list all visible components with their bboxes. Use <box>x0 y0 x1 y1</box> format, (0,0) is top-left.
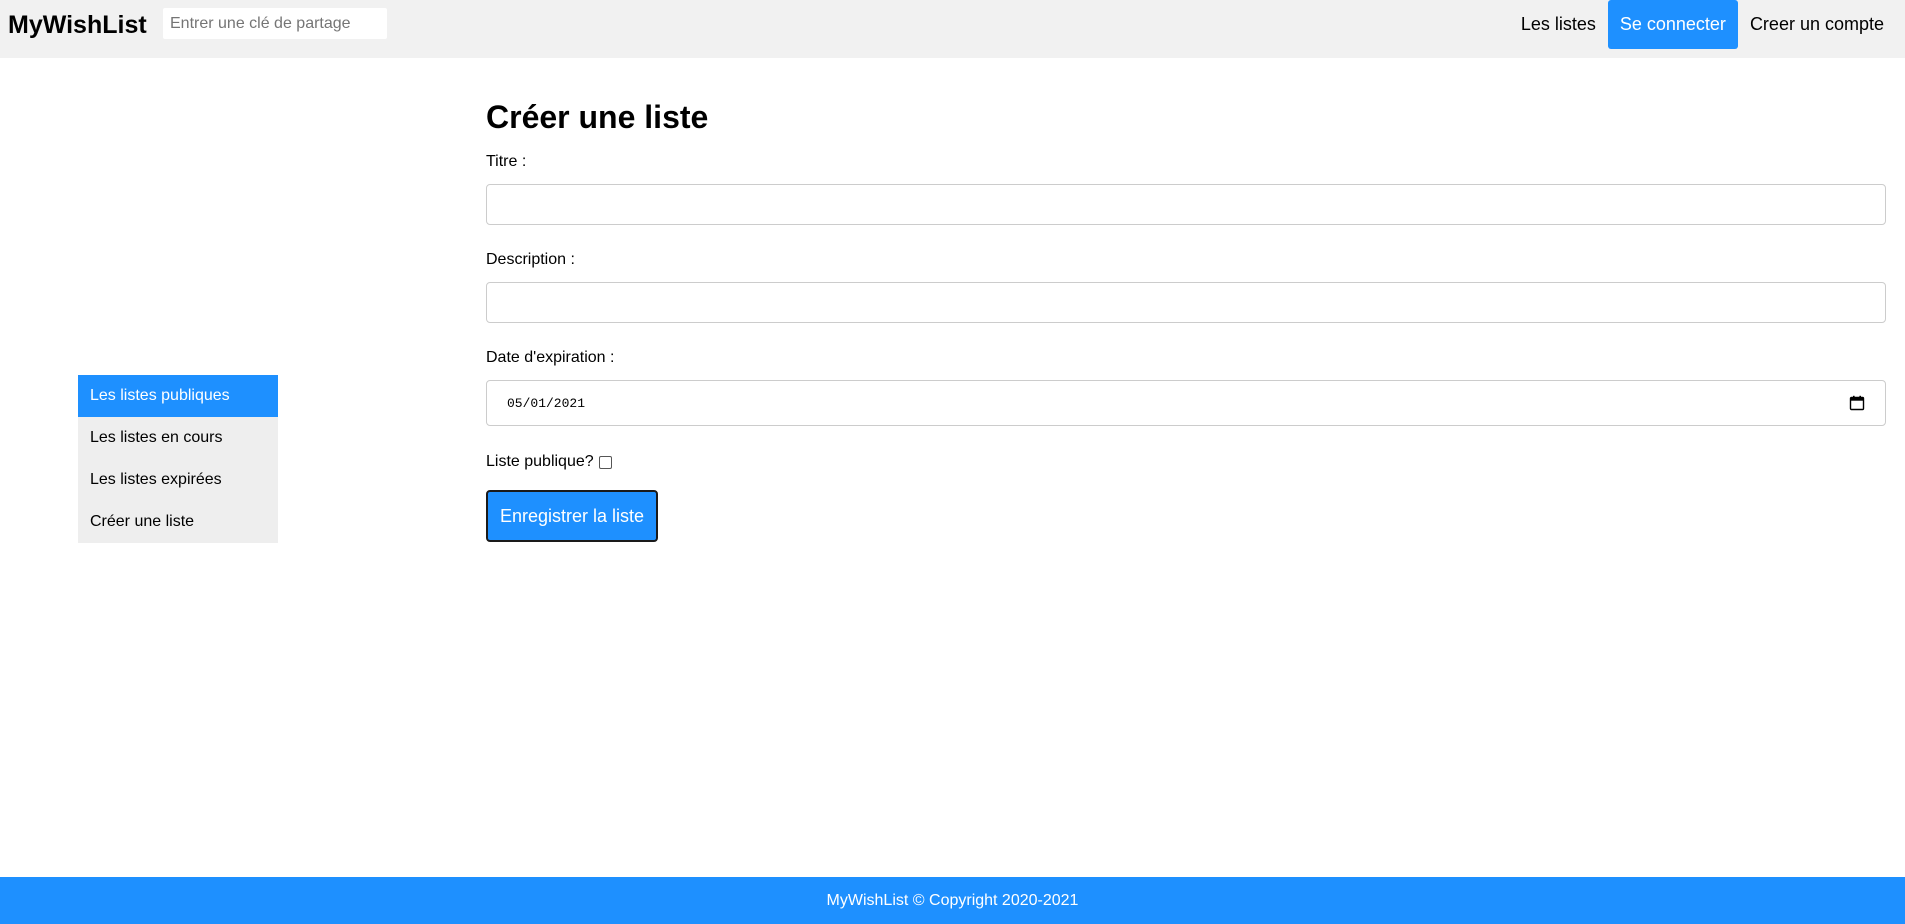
page-title: Créer une liste <box>486 99 709 135</box>
public-label: Liste publique? <box>486 453 594 470</box>
page: MyWishList Les listes Se connecter Creer… <box>0 0 1905 924</box>
nav-link-register[interactable]: Creer un compte <box>1738 0 1905 49</box>
sidebar-item-public-lists[interactable]: Les listes publiques <box>78 375 278 417</box>
sidebar-menu: Les listes publiques Les listes en cours… <box>78 375 278 543</box>
expiration-date-input[interactable]: 05/01/2021 <box>486 380 1886 426</box>
sidebar-item-create-list[interactable]: Créer une liste <box>78 501 278 543</box>
description-label: Description : <box>486 251 575 268</box>
calendar-icon[interactable] <box>1849 395 1865 411</box>
sidebar-item-expired-lists[interactable]: Les listes expirées <box>78 459 278 501</box>
footer: MyWishList © Copyright 2020-2021 <box>0 877 1905 924</box>
nav-login-button[interactable]: Se connecter <box>1607 0 1738 49</box>
expiration-label: Date d'expiration : <box>486 349 615 366</box>
nav-links: Les listes Se connecter Creer un compte <box>1509 0 1905 49</box>
public-checkbox[interactable] <box>598 455 612 469</box>
expiration-date-value: 05/01/2021 <box>507 395 586 411</box>
share-key-input[interactable] <box>163 8 387 39</box>
title-label: Titre : <box>486 153 527 170</box>
sidebar-item-current-lists[interactable]: Les listes en cours <box>78 417 278 459</box>
top-navbar: MyWishList Les listes Se connecter Creer… <box>0 0 1905 58</box>
title-input[interactable] <box>486 184 1886 225</box>
brand-logo[interactable]: MyWishList <box>8 10 147 40</box>
description-input[interactable] <box>486 282 1886 323</box>
footer-copyright: MyWishList © Copyright 2020-2021 <box>826 891 1079 909</box>
public-row: Liste publique? <box>486 453 1886 471</box>
create-list-form: Créer une liste Titre : Description : Da… <box>486 96 1886 542</box>
nav-link-lists[interactable]: Les listes <box>1509 0 1608 49</box>
save-list-button[interactable]: Enregistrer la liste <box>486 490 658 542</box>
